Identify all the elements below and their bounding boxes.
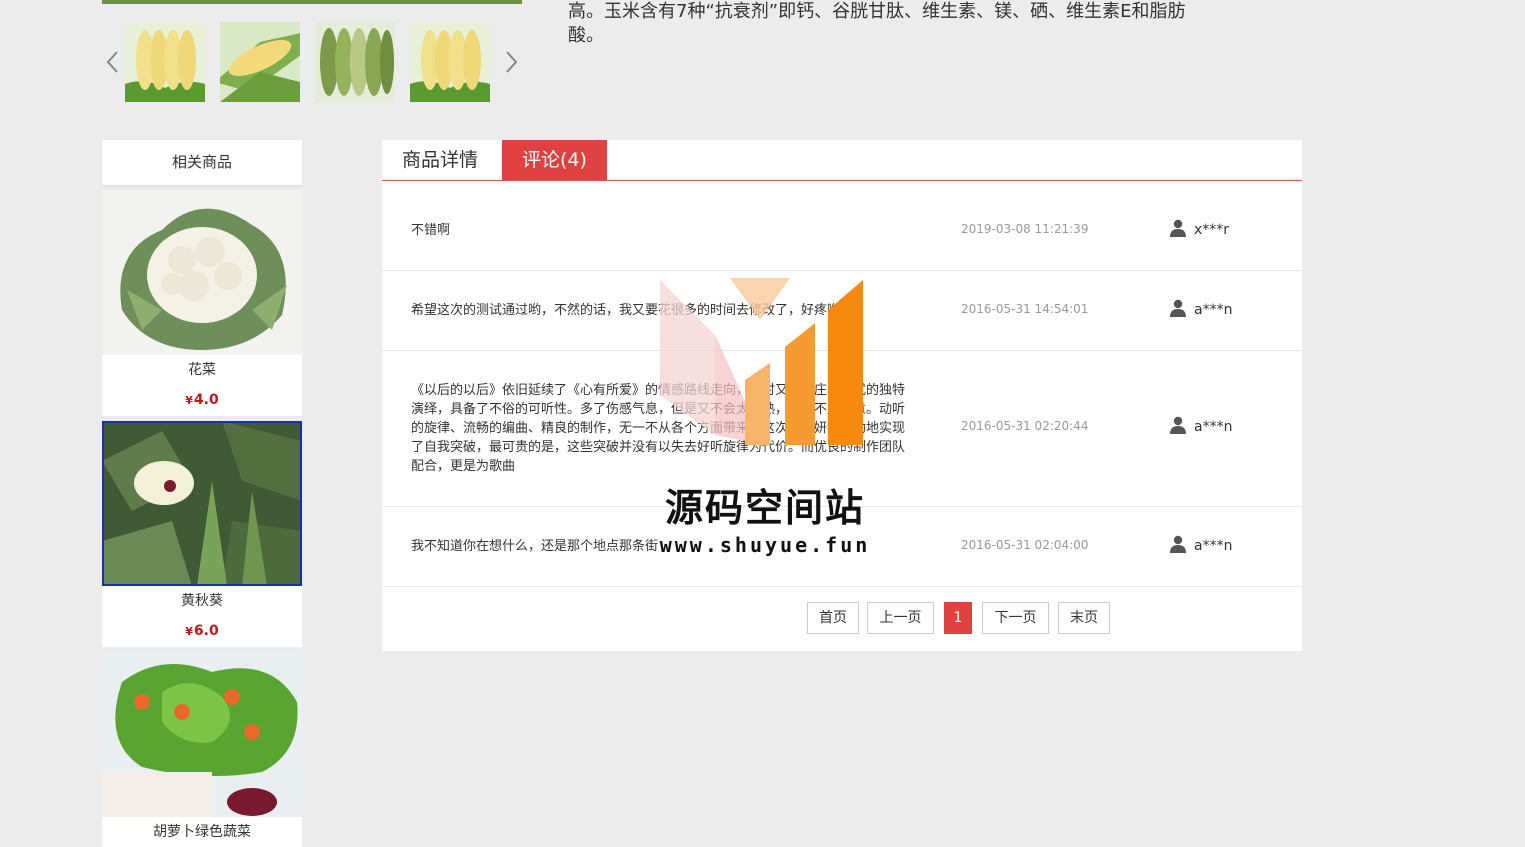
related-item-price: ¥6.0: [185, 623, 219, 639]
pagination: 首页 上一页 1 下一页 末页: [382, 602, 1302, 634]
thumbnail-gallery: [102, 22, 522, 102]
user-icon: [1170, 416, 1186, 434]
comment-date: 2016-05-31 14:54:01: [961, 302, 1089, 316]
comment-row: 《以后的以后》依旧延续了《心有所爱》的情感路线走向，同时又不失庄心妍式的独特演绎…: [382, 351, 1302, 507]
comment-text: 不错啊: [411, 223, 451, 238]
comment-user: a***n: [1170, 535, 1232, 554]
description-line: 酸。: [568, 25, 604, 46]
first-page-button[interactable]: 首页: [807, 602, 859, 634]
related-item-name: 黄秋葵: [181, 593, 223, 609]
tab-comments[interactable]: 评论(4): [502, 140, 607, 180]
tab-bar: 商品详情 评论(4): [382, 140, 1302, 181]
green-corn-image: [315, 22, 395, 102]
thumbnail-1[interactable]: [125, 22, 205, 102]
thumbnail-2[interactable]: [220, 22, 300, 102]
yellow-corn-image: [125, 22, 205, 102]
comment-row: 希望这次的测试通过哟，不然的话，我又要花很多的时间去修改了，好疼哟! 2016-…: [382, 271, 1302, 351]
comment-row: 不错啊 2019-03-08 11:21:39 x***r: [382, 190, 1302, 271]
comment-date: 2016-05-31 02:20:44: [961, 419, 1089, 433]
product-description: 高。玉米含有7种“抗衰剂”即钙、谷胱甘肽、维生素、镁、硒、维生素E和脂肪 酸。: [568, 0, 1288, 48]
yellow-corn-image: [410, 22, 490, 102]
chevron-right-icon[interactable]: [500, 48, 522, 76]
user-icon: [1170, 535, 1186, 553]
user-icon: [1170, 299, 1186, 317]
comment-row: 我不知道你在想什么，还是那个地点那条街 2016-05-31 02:04:00 …: [382, 507, 1302, 587]
chevron-left-icon[interactable]: [102, 48, 124, 76]
sweet-corn-image: [220, 22, 300, 102]
next-page-button[interactable]: 下一页: [982, 602, 1049, 634]
cauliflower-image: [102, 190, 302, 355]
thumbnail-3[interactable]: [315, 22, 395, 102]
main-product-image-edge: [102, 0, 522, 4]
description-line: 高。玉米含有7种“抗衰剂”即钙、谷胱甘肽、维生素、镁、硒、维生素E和脂肪: [568, 1, 1186, 22]
comment-text: 希望这次的测试通过哟，不然的话，我又要花很多的时间去修改了，好疼哟!: [411, 303, 846, 318]
comment-date: 2016-05-31 02:04:00: [961, 538, 1089, 552]
last-page-button[interactable]: 末页: [1058, 602, 1110, 634]
carrot-image: [102, 652, 302, 817]
thumbnail-4[interactable]: [410, 22, 490, 102]
comment-text: 《以后的以后》依旧延续了《心有所爱》的情感路线走向，同时又不失庄心妍式的独特演绎…: [411, 383, 906, 474]
comment-user: x***r: [1170, 219, 1229, 238]
product-tabs-panel: 商品详情 评论(4) 不错啊 2019-03-08 11:21:39 x***r…: [382, 140, 1302, 651]
prev-page-button[interactable]: 上一页: [867, 602, 934, 634]
comment-text: 我不知道你在想什么，还是那个地点那条街: [411, 539, 659, 554]
related-item-price: ¥4.0: [185, 392, 219, 408]
user-icon: [1170, 219, 1186, 237]
comment-date: 2019-03-08 11:21:39: [961, 222, 1089, 236]
comment-user: a***n: [1170, 416, 1232, 435]
related-item-name: 花菜: [188, 362, 216, 378]
related-item-carrot[interactable]: 胡萝卜绿色蔬菜: [102, 652, 302, 847]
related-item-name: 胡萝卜绿色蔬菜: [153, 824, 251, 840]
related-products-title: 相关商品: [102, 140, 302, 185]
page-number-button[interactable]: 1: [944, 602, 972, 634]
okra-image: [102, 421, 302, 586]
comment-user: a***n: [1170, 299, 1232, 318]
related-item-cauliflower[interactable]: 花菜 ¥4.0: [102, 190, 302, 416]
related-item-okra[interactable]: 黄秋葵 ¥6.0: [102, 421, 302, 647]
tab-product-details[interactable]: 商品详情: [382, 140, 499, 180]
related-products: 相关商品 花菜 ¥4.0 黄秋葵 ¥6.0 胡萝卜绿色蔬菜: [102, 140, 302, 847]
